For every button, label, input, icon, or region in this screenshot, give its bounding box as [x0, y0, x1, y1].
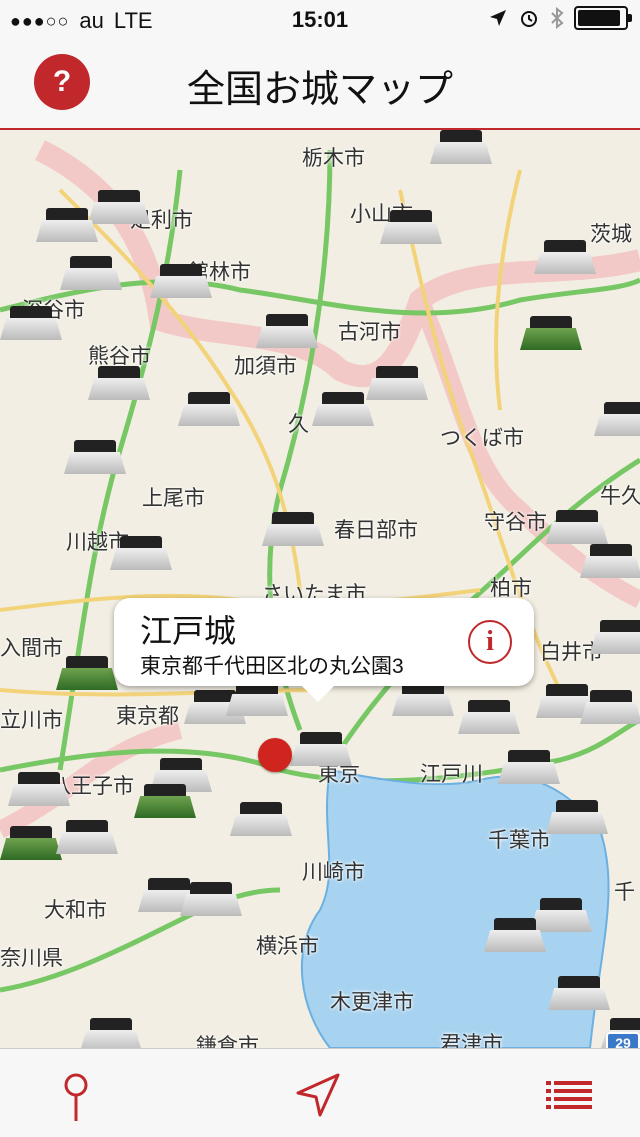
- castle-marker[interactable]: [546, 510, 608, 544]
- selected-location-pin[interactable]: [258, 738, 292, 772]
- route-number-badge: 29: [606, 1032, 640, 1048]
- city-label: 東京都: [116, 705, 179, 728]
- castle-address: 東京都千代田区北の丸公園3: [140, 655, 404, 678]
- bluetooth-icon: [551, 7, 564, 29]
- pin-button[interactable]: [46, 1065, 106, 1125]
- pin-icon: [64, 1073, 88, 1121]
- page-title: 全国お城マップ: [186, 67, 453, 111]
- castle-marker[interactable]: [56, 656, 118, 690]
- city-label: 牛久: [600, 485, 640, 508]
- castle-marker[interactable]: [594, 402, 640, 436]
- list-button[interactable]: [540, 1065, 600, 1125]
- castle-marker[interactable]: [546, 800, 608, 834]
- location-arrow-icon: [490, 10, 506, 26]
- city-label: 上尾市: [142, 487, 205, 510]
- city-label: 古河市: [338, 321, 401, 344]
- city-label: つくば市: [440, 427, 524, 450]
- castle-marker[interactable]: [56, 820, 118, 854]
- city-label: 春日部市: [334, 519, 418, 542]
- castle-marker[interactable]: [392, 682, 454, 716]
- castle-marker[interactable]: [8, 772, 70, 806]
- castle-marker[interactable]: [150, 264, 212, 298]
- city-label: 木更津市: [330, 991, 414, 1014]
- map-view[interactable]: 栃木市 小山市 足利市 茨城 館林市 深谷市 古河市 熊谷市 加須市 久 つくば…: [0, 130, 640, 1048]
- castle-marker[interactable]: [590, 620, 640, 654]
- city-label: 江戸川: [420, 763, 483, 786]
- city-label: 千: [614, 881, 635, 904]
- castle-marker[interactable]: [256, 314, 318, 348]
- battery-icon: [574, 6, 632, 30]
- castle-marker[interactable]: [0, 306, 62, 340]
- city-label: 守谷市: [484, 511, 547, 534]
- castle-name: 江戸城: [140, 613, 237, 649]
- city-label: 川崎市: [302, 861, 365, 884]
- castle-callout[interactable]: 江戸城 東京都千代田区北の丸公園3 i: [114, 598, 534, 702]
- city-label: 千葉市: [488, 829, 551, 852]
- alarm-icon: [521, 11, 537, 27]
- castle-marker[interactable]: [380, 210, 442, 244]
- current-location-button[interactable]: [288, 1065, 348, 1125]
- castle-marker[interactable]: [290, 732, 352, 766]
- city-label: 君津市: [440, 1033, 503, 1048]
- bottom-toolbar: [0, 1048, 640, 1137]
- navigation-bar: ? 全国お城マップ: [0, 40, 640, 130]
- castle-marker[interactable]: [580, 544, 640, 578]
- castle-marker[interactable]: [0, 826, 62, 860]
- city-label: 茨城: [590, 223, 632, 246]
- castle-marker[interactable]: [226, 682, 288, 716]
- castle-marker[interactable]: [262, 512, 324, 546]
- status-bar: ●●●○○ au LTE 15:01: [0, 0, 640, 40]
- castle-marker[interactable]: [430, 130, 492, 164]
- info-button[interactable]: i: [468, 620, 512, 664]
- city-label: 大和市: [44, 899, 107, 922]
- castle-marker[interactable]: [64, 440, 126, 474]
- castle-marker[interactable]: [366, 366, 428, 400]
- castle-marker[interactable]: [80, 1018, 142, 1048]
- castle-marker[interactable]: [134, 784, 196, 818]
- castle-marker[interactable]: [60, 256, 122, 290]
- castle-marker[interactable]: [520, 316, 582, 350]
- castle-marker[interactable]: [110, 536, 172, 570]
- city-label: 加須市: [234, 355, 297, 378]
- city-label: 久: [288, 413, 309, 436]
- city-label: 入間市: [0, 637, 63, 660]
- castle-marker[interactable]: [230, 802, 292, 836]
- castle-marker[interactable]: [548, 976, 610, 1010]
- castle-marker[interactable]: [580, 690, 640, 724]
- castle-marker[interactable]: [498, 750, 560, 784]
- city-label: 栃木市: [302, 147, 365, 170]
- location-arrow-icon: [296, 1073, 340, 1117]
- castle-marker[interactable]: [180, 882, 242, 916]
- city-label: 立川市: [0, 709, 63, 732]
- castle-marker[interactable]: [484, 918, 546, 952]
- list-icon: [546, 1081, 592, 1109]
- city-label: 鎌倉市: [196, 1035, 259, 1048]
- city-label: 横浜市: [256, 935, 319, 958]
- castle-marker[interactable]: [458, 700, 520, 734]
- castle-marker[interactable]: [178, 392, 240, 426]
- city-label: 奈川県: [0, 947, 63, 970]
- castle-marker[interactable]: [312, 392, 374, 426]
- castle-marker[interactable]: [534, 240, 596, 274]
- castle-marker[interactable]: [88, 366, 150, 400]
- castle-marker[interactable]: [36, 208, 98, 242]
